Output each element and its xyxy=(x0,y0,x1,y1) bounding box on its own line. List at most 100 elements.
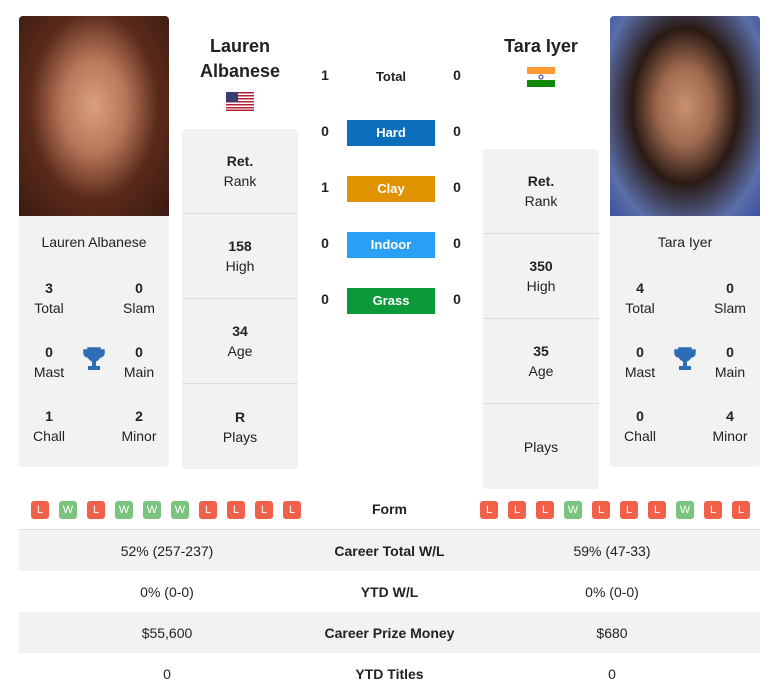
surface-grass[interactable]: Grass xyxy=(347,288,435,314)
player1-value: 0% (0-0) xyxy=(140,583,194,600)
table-row: $55,600 Career Prize Money $680 xyxy=(19,612,760,653)
form-badge-loss[interactable]: L xyxy=(620,500,638,519)
stat-value: 35 xyxy=(533,343,549,359)
form-badge-win[interactable]: W xyxy=(564,500,582,519)
form-badge-loss[interactable]: L xyxy=(199,500,217,519)
stat-label: Age xyxy=(227,343,253,359)
form-label: Form xyxy=(372,501,407,517)
h2h-p2-grass: 0 xyxy=(453,291,461,307)
player1-heading[interactable]: Lauren Albanese xyxy=(182,34,298,84)
table-row: 52% (257-237) Career Total W/L 59% (47-33) xyxy=(19,530,760,571)
label: Slam xyxy=(123,300,155,316)
form-badge-loss[interactable]: L xyxy=(31,500,49,519)
form-badge-loss[interactable]: L xyxy=(227,500,245,519)
stat-value: 350 xyxy=(529,258,553,274)
form-badge-loss[interactable]: L xyxy=(508,500,526,519)
label: Total xyxy=(34,300,64,316)
stat-value: Ret. xyxy=(226,153,254,169)
stat-plays: R Plays xyxy=(182,384,298,469)
p1-main: 0 xyxy=(135,344,143,360)
p2-total: 4 xyxy=(636,280,644,296)
player2-heading[interactable]: Tara Iyer xyxy=(483,34,599,59)
surface-indoor[interactable]: Indoor xyxy=(347,232,435,258)
surface-hard[interactable]: Hard xyxy=(347,120,435,146)
row-label: YTD Titles xyxy=(355,665,424,682)
table-row: 0% (0-0) YTD W/L 0% (0-0) xyxy=(19,571,760,612)
label: Main xyxy=(714,364,746,380)
stat-label: Plays xyxy=(222,428,258,445)
stat-value: R xyxy=(234,408,246,425)
player1-name[interactable]: Lauren Albanese xyxy=(19,234,169,250)
h2h-p2-hard: 0 xyxy=(453,123,461,139)
stat-high: 158 High xyxy=(182,214,298,299)
us-flag-icon xyxy=(226,92,254,111)
table-row: 0 YTD Titles 0 xyxy=(19,653,760,694)
form-badge-loss[interactable]: L xyxy=(87,500,105,519)
stat-value: 158 xyxy=(228,238,252,254)
h2h-p1-total: 1 xyxy=(321,67,329,83)
p1-chall: 1 xyxy=(45,408,53,424)
p2-mast: 0 xyxy=(636,344,644,360)
form-badge-loss[interactable]: L xyxy=(704,500,722,519)
form-badge-win[interactable]: W xyxy=(171,500,189,519)
form-badge-win[interactable]: W xyxy=(676,500,694,519)
form-badge-loss[interactable]: L xyxy=(648,500,666,519)
p1-slam: 0 xyxy=(135,280,143,296)
player1-photo xyxy=(19,16,169,216)
stat-label: Plays xyxy=(523,438,559,455)
form-badge-win[interactable]: W xyxy=(115,500,133,519)
label: Total xyxy=(625,300,655,316)
h2h-p2-clay: 0 xyxy=(453,179,461,195)
player2-value: $680 xyxy=(596,624,628,641)
h2h-p2-total: 0 xyxy=(453,67,461,83)
player2-photo xyxy=(610,16,760,216)
stat-value: Ret. xyxy=(527,173,555,189)
form-badge-win[interactable]: W xyxy=(143,500,161,519)
player2-name[interactable]: Tara Iyer xyxy=(610,234,760,250)
player2-card: Tara Iyer 4 Total 0 Slam 0 Mast 0 Main 0 Chal… xyxy=(610,16,760,467)
player1-card: Lauren Albanese 3 Total 0 Slam 0 Mast 0 Main… xyxy=(19,16,169,467)
trophy-icon xyxy=(83,347,105,370)
player1-value: $55,600 xyxy=(141,624,193,641)
p1-minor: 2 xyxy=(135,408,143,424)
stat-label: Rank xyxy=(223,173,257,189)
stat-label: Rank xyxy=(524,193,558,209)
p2-main: 0 xyxy=(726,344,734,360)
stat-value: 34 xyxy=(232,323,248,339)
player1-form: LWLWWWLLLL xyxy=(19,500,315,519)
form-badge-loss[interactable]: L xyxy=(255,500,273,519)
player1-value: 52% (257-237) xyxy=(120,542,214,559)
form-badge-win[interactable]: W xyxy=(59,500,77,519)
player2-value: 0 xyxy=(608,665,616,682)
player2-stats: Ret. Rank 350 High 35 Age Plays xyxy=(483,149,599,489)
form-badge-loss[interactable]: L xyxy=(480,500,498,519)
stat-rank: Ret. Rank xyxy=(483,149,599,234)
player2-form: LLLWLLLWLL xyxy=(464,500,760,519)
row-label: YTD W/L xyxy=(360,583,419,600)
p2-minor: 4 xyxy=(726,408,734,424)
stat-age: 35 Age xyxy=(483,319,599,404)
name-line: Lauren xyxy=(209,36,270,56)
form-badge-loss[interactable]: L xyxy=(732,500,750,519)
form-badge-loss[interactable]: L xyxy=(592,500,610,519)
surface-clay[interactable]: Clay xyxy=(347,176,435,202)
label: Chall xyxy=(624,428,656,444)
player2-value: 59% (47-33) xyxy=(573,542,651,559)
form-badge-loss[interactable]: L xyxy=(283,500,301,519)
stat-rank: Ret. Rank xyxy=(182,129,298,214)
label: Main xyxy=(123,364,155,380)
india-flag-icon xyxy=(527,67,555,87)
form-badge-loss[interactable]: L xyxy=(536,500,554,519)
p2-chall: 0 xyxy=(636,408,644,424)
stat-plays: Plays xyxy=(483,404,599,489)
player1-value: 0 xyxy=(163,665,171,682)
label: Mast xyxy=(624,364,656,380)
player2-value: 0% (0-0) xyxy=(585,583,639,600)
name-line: Albanese xyxy=(199,61,281,81)
p1-mast: 0 xyxy=(45,344,53,360)
form-row: LWLWWWLLLL Form LLLWLLLWLL xyxy=(19,489,760,530)
h2h-p1-indoor: 0 xyxy=(321,235,329,251)
stat-age: 34 Age xyxy=(182,299,298,384)
trophy-icon xyxy=(674,347,696,370)
label: Chall xyxy=(33,428,65,444)
